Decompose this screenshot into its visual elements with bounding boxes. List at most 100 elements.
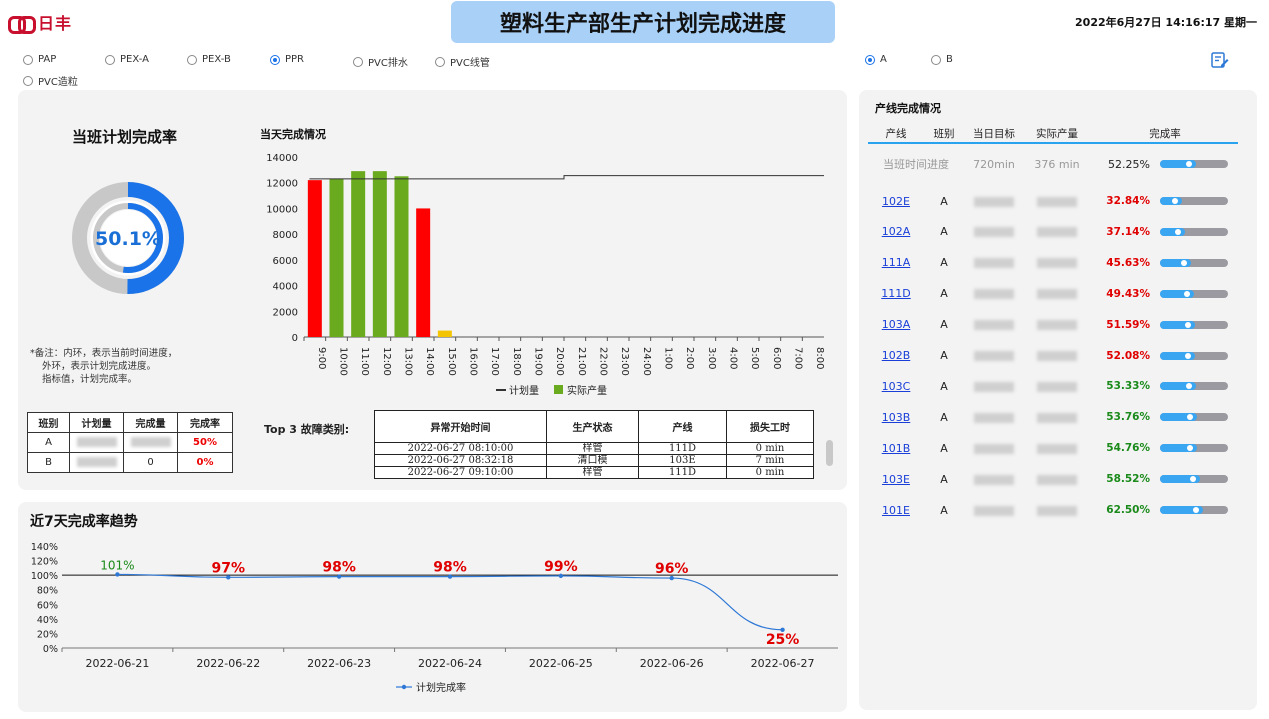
line-link[interactable]: 111D xyxy=(881,287,910,300)
scrollbar-thumb[interactable] xyxy=(826,440,833,466)
bar xyxy=(394,176,409,337)
progress-bar xyxy=(1160,351,1228,360)
x-tick-label: 15:00 xyxy=(446,347,457,376)
line-rate: 37.14% xyxy=(1106,225,1150,238)
redacted-value xyxy=(76,457,117,467)
progress-bar xyxy=(1160,197,1228,205)
line-rate: 49.43% xyxy=(1106,287,1150,300)
fault-table-scroll[interactable]: 异常开始时间 生产状态 产线 损失工时 2022-06-27 08:10:00 样… xyxy=(374,410,814,484)
x-tick-label: 8:00 xyxy=(814,347,825,369)
redacted-value xyxy=(1037,320,1077,331)
redacted-value xyxy=(1037,196,1077,207)
x-tick-label: 2022-06-26 xyxy=(640,657,704,670)
category-radio-pvc-granule[interactable]: PVC造粒 xyxy=(23,73,78,88)
radio-dot-icon xyxy=(865,54,875,65)
redacted-value xyxy=(974,320,1014,331)
trend-point xyxy=(115,572,120,577)
progress-bar xyxy=(1160,475,1228,484)
shift-radio-b[interactable]: B xyxy=(931,54,953,65)
radio-dot-icon xyxy=(270,54,280,65)
redacted-value xyxy=(1037,505,1077,516)
category-radio-pap[interactable]: PAP xyxy=(23,54,56,65)
lines-panel-title: 产线完成情况 xyxy=(875,102,941,115)
datetime-display: 2022年6月27日 14:16:17 星期一 xyxy=(1075,16,1257,29)
line-link[interactable]: 102B xyxy=(882,349,911,362)
redacted-value xyxy=(974,289,1014,300)
y-tick-label: 10000 xyxy=(266,204,298,215)
x-tick-label: 3:00 xyxy=(706,347,717,369)
line-rate: 62.50% xyxy=(1106,504,1150,516)
lines-table-header: 产线 班别 当日目标 实际产量 完成率 xyxy=(868,124,1238,144)
fault-table: 异常开始时间 生产状态 产线 损失工时 2022-06-27 08:10:00 样… xyxy=(374,410,814,479)
data-label: 99% xyxy=(544,559,578,575)
data-label: 25% xyxy=(766,632,800,648)
radio-dot-icon xyxy=(435,56,445,67)
x-tick-label: 21:00 xyxy=(576,347,587,376)
category-radio-ppr[interactable]: PPR xyxy=(270,54,304,65)
trend-title: 近7天完成率趋势 xyxy=(30,514,138,530)
shift-rate-donut: 50.1% xyxy=(72,182,184,294)
radio-dot-icon xyxy=(23,54,33,65)
shift-time-progress-row: 当班时间进度 720min 376 min 52.25% xyxy=(868,154,1238,174)
x-tick-label: 5:00 xyxy=(749,347,760,369)
table-row: 2022-06-27 08:10:00 样管 111D 0 min xyxy=(374,442,814,455)
category-radio-pex-b[interactable]: PEX-B xyxy=(187,54,231,65)
redacted-value xyxy=(974,474,1014,485)
progress-bar xyxy=(1160,160,1228,168)
legend-square-icon xyxy=(554,385,563,394)
radio-dot-icon xyxy=(105,54,115,65)
bar xyxy=(416,208,431,337)
line-rate: 45.63% xyxy=(1106,256,1150,269)
y-tick-label: 2000 xyxy=(273,307,298,318)
bar xyxy=(351,171,366,337)
x-tick-label: 24:00 xyxy=(641,347,652,376)
radio-dot-icon xyxy=(23,75,33,86)
x-tick-label: 12:00 xyxy=(381,347,392,376)
x-tick-label: 13:00 xyxy=(403,347,414,376)
x-tick-label: 7:00 xyxy=(793,347,804,369)
redacted-value xyxy=(1037,443,1077,454)
x-tick-label: 9:00 xyxy=(316,347,327,369)
category-radio-pvc-drain[interactable]: PVC排水 xyxy=(353,54,408,69)
x-tick-label: 2022-06-23 xyxy=(307,657,371,670)
bar xyxy=(437,330,452,337)
line-link[interactable]: 101B xyxy=(882,442,911,455)
line-rate: 54.76% xyxy=(1106,442,1150,455)
y-tick-label: 6000 xyxy=(273,256,298,267)
x-tick-label: 2022-06-22 xyxy=(196,657,260,670)
y-tick-label: 60% xyxy=(37,600,58,611)
category-radio-pex-a[interactable]: PEX-A xyxy=(105,54,149,65)
chart-title: 当天完成情况 xyxy=(260,127,326,141)
x-tick-label: 1:00 xyxy=(663,347,674,369)
line-row: 103A A 51.59% xyxy=(868,315,1238,335)
y-tick-label: 8000 xyxy=(273,230,298,241)
progress-bar xyxy=(1160,227,1228,236)
line-completion-panel xyxy=(859,90,1257,710)
line-link[interactable]: 102A xyxy=(882,225,911,238)
y-tick-label: 14000 xyxy=(266,153,298,164)
line-link[interactable]: 103E xyxy=(882,473,910,486)
line-link[interactable]: 102E xyxy=(882,195,910,208)
line-row: 103B A 53.76% xyxy=(868,407,1238,427)
redacted-value xyxy=(1037,351,1077,361)
x-tick-label: 10:00 xyxy=(338,347,349,376)
line-row: 101E A 62.50% xyxy=(868,500,1238,520)
line-link[interactable]: 103A xyxy=(882,318,911,331)
shift-radio-a[interactable]: A xyxy=(865,54,887,65)
redacted-value xyxy=(974,381,1014,392)
category-radio-pvc-conduit[interactable]: PVC线管 xyxy=(435,54,490,69)
x-tick-label: 11:00 xyxy=(359,347,370,376)
progress-bar xyxy=(1160,258,1228,267)
line-link[interactable]: 101E xyxy=(882,504,910,517)
line-link[interactable]: 111A xyxy=(882,256,911,269)
shift-rate-title: 当班计划完成率 xyxy=(72,128,178,146)
redacted-value xyxy=(974,351,1014,361)
redacted-value xyxy=(1037,258,1077,269)
bar xyxy=(329,178,344,337)
y-tick-label: 4000 xyxy=(273,282,298,293)
x-tick-label: 2022-06-21 xyxy=(85,657,149,670)
edit-icon[interactable] xyxy=(1211,52,1229,68)
data-label: 98% xyxy=(322,560,356,576)
line-link[interactable]: 103C xyxy=(882,380,911,393)
line-link[interactable]: 103B xyxy=(882,411,911,424)
